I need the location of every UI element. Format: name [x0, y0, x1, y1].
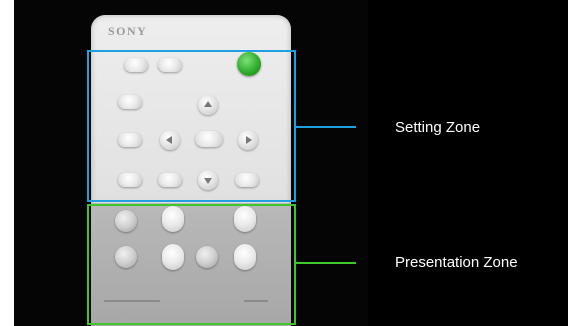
brand-logo: SONY — [108, 24, 148, 38]
presentation-zone-leader-line — [296, 262, 356, 264]
setting-zone-label: Setting Zone — [395, 119, 481, 136]
presentation-zone-label: Presentation Zone — [395, 254, 518, 271]
setting-zone-outline — [87, 50, 296, 202]
presentation-zone-outline — [87, 204, 296, 325]
label-background — [368, 0, 568, 326]
setting-zone-leader-line — [296, 126, 356, 128]
